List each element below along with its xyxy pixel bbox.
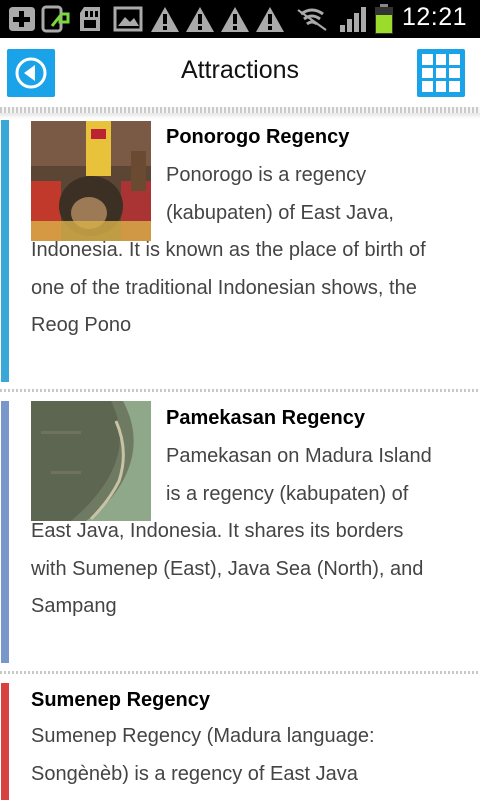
warning-icon (186, 7, 214, 32)
warning-icon (151, 7, 179, 32)
item-description: Pamekasan on Madura Island is a regency … (31, 438, 440, 626)
signal-icon (340, 7, 366, 32)
header-shadow (0, 113, 480, 119)
add-icon (9, 7, 35, 31)
clock: 12:21 (401, 3, 467, 31)
grid-icon (422, 54, 460, 92)
battery-icon (375, 4, 393, 34)
item-title: Pamekasan Regency (166, 407, 366, 429)
warning-icon (256, 7, 284, 32)
item-title: Ponorogo Regency (166, 126, 350, 148)
grid-menu-button[interactable] (417, 49, 465, 97)
item-accent-bar (1, 120, 9, 382)
list-item[interactable]: Ponorogo Regency Ponorogo is a regency (… (0, 120, 480, 385)
image-icon (113, 6, 143, 32)
item-description: Ponorogo is a regency (kabupaten) of Eas… (31, 157, 440, 345)
item-separator (0, 671, 480, 674)
app-header: Attractions (0, 38, 480, 108)
item-description: Sumenep Regency (Madura language: Songèn… (31, 725, 375, 785)
no-signal-icon (297, 8, 327, 31)
item-title: Sumenep Regency (31, 689, 210, 711)
sd-card-icon (80, 7, 100, 31)
list-item[interactable]: Sumenep Regency Sumenep Regency (Madura … (0, 683, 480, 800)
item-separator (0, 389, 480, 392)
item-accent-bar (1, 401, 9, 663)
item-accent-bar (1, 683, 9, 800)
page-title: Attractions (180, 56, 300, 84)
warning-icon (221, 7, 249, 32)
list-item[interactable]: Pamekasan Regency Pamekasan on Madura Is… (0, 401, 480, 666)
phone-sync-icon (41, 5, 70, 33)
status-bar: 12:21 (0, 0, 480, 38)
